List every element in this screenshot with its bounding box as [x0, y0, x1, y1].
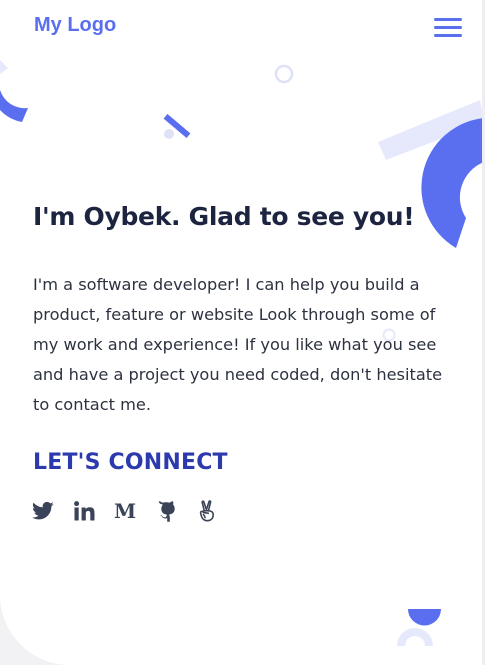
- twitter-link[interactable]: [32, 500, 54, 522]
- hamburger-menu-button[interactable]: [434, 18, 462, 38]
- hamburger-line: [434, 26, 462, 29]
- social-links: M: [32, 500, 237, 522]
- angellist-icon: [199, 500, 214, 522]
- hamburger-line: [434, 34, 462, 37]
- linkedin-link[interactable]: [73, 500, 95, 522]
- decor-small-circle-shape: [274, 64, 294, 84]
- page: My Logo I'm Oybek. Glad to see you! I'm …: [0, 0, 482, 665]
- connect-heading: LET'S CONNECT: [33, 450, 228, 475]
- decor-bottom-half-circle-shape: [397, 609, 441, 646]
- angellist-link[interactable]: [196, 500, 218, 522]
- github-link[interactable]: [155, 500, 177, 522]
- hamburger-menu-icon: [434, 18, 462, 21]
- github-icon: [158, 501, 175, 522]
- linkedin-icon: [73, 501, 94, 521]
- hero-intro: I'm a software developer! I can help you…: [33, 275, 443, 414]
- medium-link[interactable]: M: [114, 500, 136, 522]
- site-logo[interactable]: My Logo: [34, 14, 116, 37]
- twitter-icon: [32, 501, 54, 520]
- hero-headline: I'm Oybek. Glad to see you!: [33, 202, 415, 231]
- decor-left-arc-shape: [0, 60, 28, 122]
- medium-icon: M: [113, 499, 137, 523]
- decor-bar-dot-shape: [163, 114, 191, 139]
